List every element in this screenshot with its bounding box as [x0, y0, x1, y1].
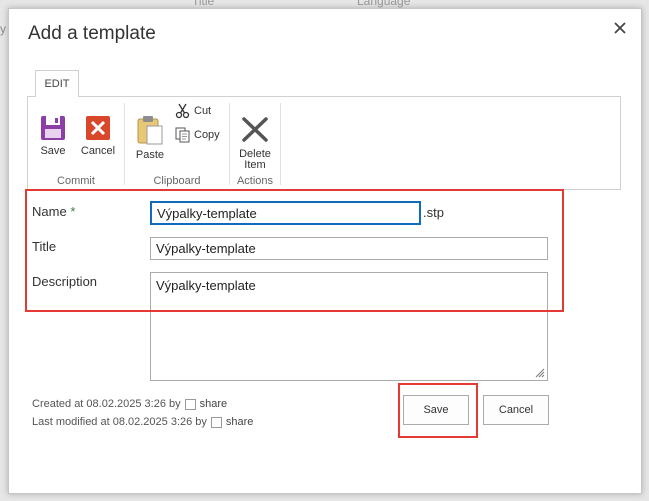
modified-text: Last modified at 08.02.2025 3:26 by — [32, 416, 207, 428]
ribbon-group-clipboard: Paste Cut Copy Clipboard — [125, 97, 229, 189]
description-field-label: Description — [32, 274, 98, 289]
ribbon-cut-button[interactable]: Cut — [175, 103, 211, 119]
name-input[interactable] — [150, 201, 421, 225]
ribbon-group-clipboard-label: Clipboard — [153, 175, 201, 187]
ribbon-paste-button[interactable]: Paste — [135, 115, 165, 161]
name-field-label: Name * — [32, 204, 75, 219]
save-button[interactable]: Save — [403, 395, 469, 425]
name-suffix: .stp — [423, 205, 444, 220]
modified-info: Last modified at 08.02.2025 3:26 by shar… — [32, 416, 253, 428]
ribbon-save-button[interactable]: Save — [38, 115, 68, 157]
user-presence-icon — [210, 416, 222, 428]
save-icon — [41, 116, 65, 140]
ribbon-cancel-button[interactable]: Cancel — [80, 115, 116, 157]
cancel-icon — [86, 116, 110, 140]
copy-icon — [175, 127, 190, 143]
ribbon-delete-item-button[interactable]: Delete Item — [237, 115, 273, 171]
close-icon[interactable] — [612, 20, 628, 36]
ribbon-paste-label: Paste — [135, 149, 165, 161]
ribbon-group-commit: Save Cancel Commit — [28, 97, 124, 189]
ribbon-save-label: Save — [40, 145, 66, 157]
add-template-dialog: Add a template EDIT Save Cancel Commit P… — [8, 8, 642, 494]
created-text: Created at 08.02.2025 3:26 by — [32, 398, 181, 410]
created-info: Created at 08.02.2025 3:26 by share — [32, 398, 227, 410]
resize-grip-icon[interactable] — [535, 368, 545, 378]
ribbon-group-commit-label: Commit — [57, 175, 95, 187]
ribbon-delete-label-line2: Item — [244, 159, 266, 171]
ribbon-cancel-label: Cancel — [80, 145, 116, 157]
dialog-title: Add a template — [28, 23, 156, 44]
user-presence-icon — [184, 398, 196, 410]
scissors-icon — [175, 103, 190, 119]
description-textarea[interactable]: Výpalky-template — [150, 272, 548, 381]
delete-icon — [242, 117, 268, 142]
created-by-user[interactable]: share — [200, 398, 228, 410]
background-column-language: Language — [357, 0, 411, 8]
required-marker: * — [70, 204, 76, 219]
ribbon-cut-label: Cut — [194, 105, 212, 117]
title-field-label: Title — [32, 239, 57, 254]
ribbon-copy-label: Copy — [194, 129, 220, 141]
cancel-button[interactable]: Cancel — [483, 395, 549, 425]
paste-icon — [137, 116, 163, 145]
ribbon-divider — [280, 103, 281, 185]
ribbon-group-actions: Delete Item Actions — [230, 97, 280, 189]
title-input[interactable] — [150, 237, 548, 260]
ribbon-copy-button[interactable]: Copy — [175, 127, 220, 143]
modified-by-user[interactable]: share — [226, 416, 254, 428]
background-column-title: Title — [192, 0, 215, 8]
name-label-text: Name — [32, 204, 67, 219]
ribbon: Save Cancel Commit Paste Cut Copy Clipbo… — [27, 96, 621, 190]
ribbon-group-actions-label: Actions — [236, 175, 274, 187]
tab-edit[interactable]: EDIT — [35, 70, 79, 97]
background-fragment: y — [0, 22, 6, 36]
